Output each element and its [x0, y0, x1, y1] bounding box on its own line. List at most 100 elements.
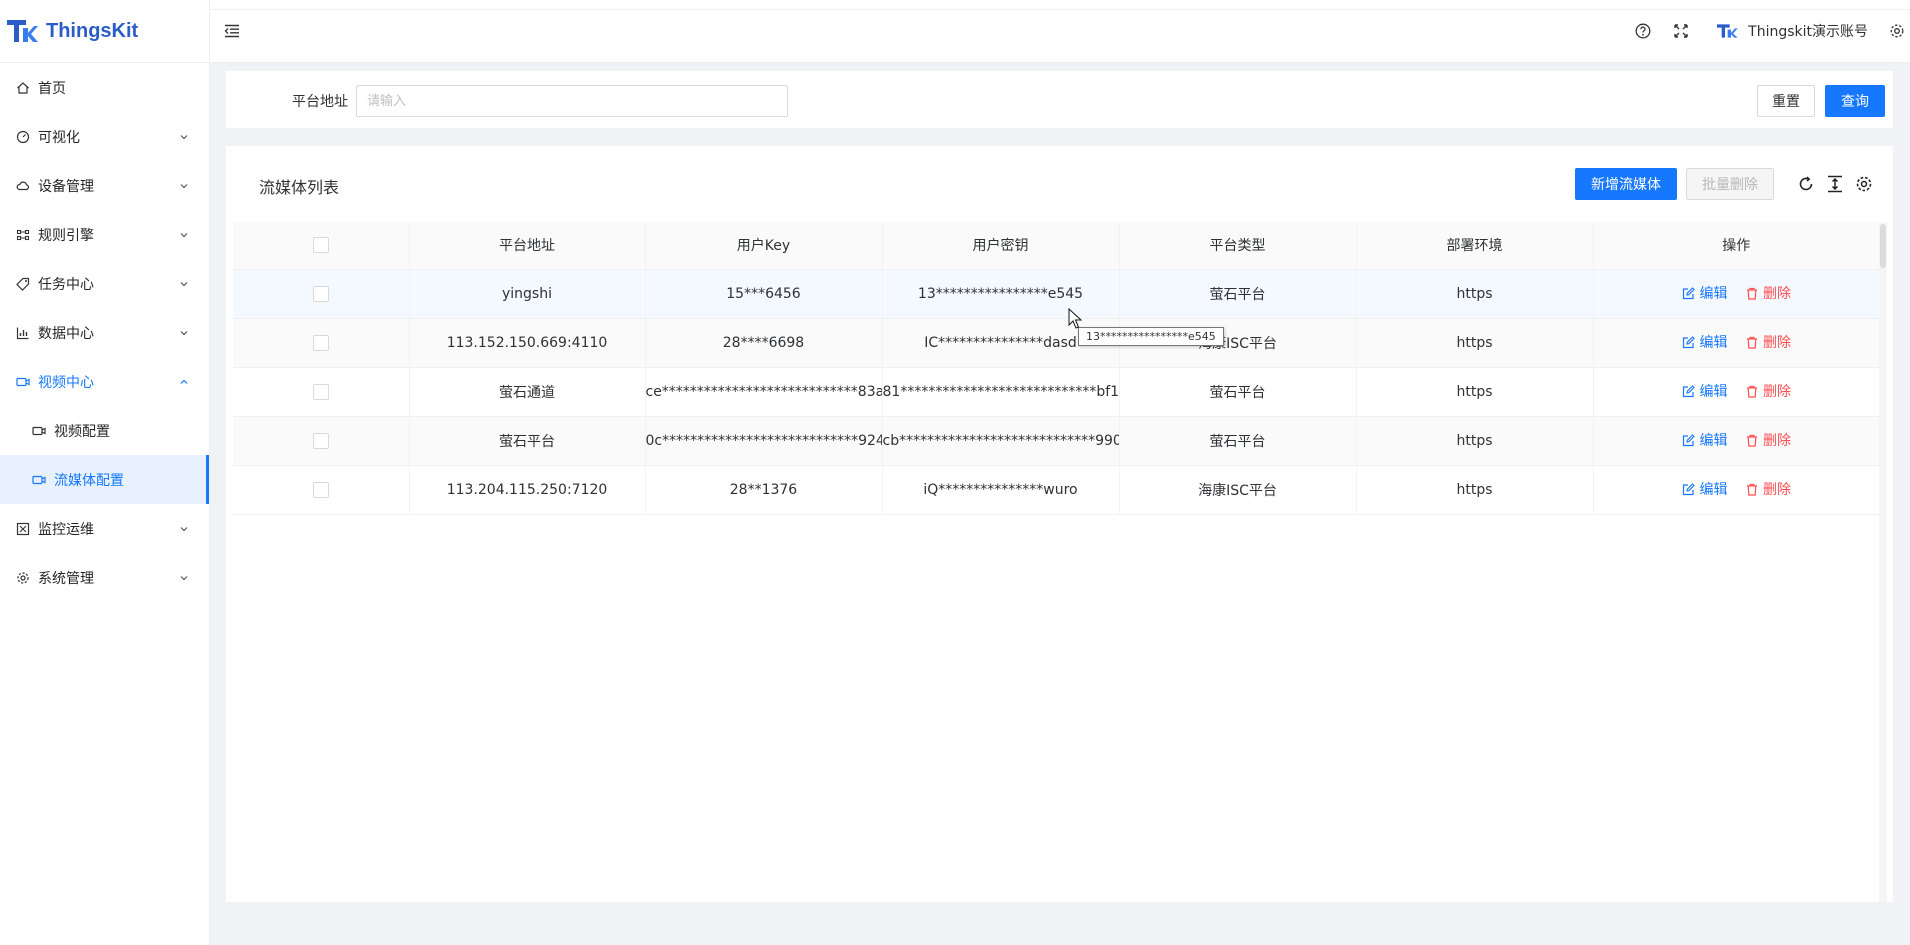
user-key-cell: 0c****************************924e — [645, 416, 883, 466]
delete-button[interactable]: 删除 — [1746, 479, 1791, 499]
edit-button[interactable]: 编辑 — [1682, 332, 1728, 352]
stream-list-card: 流媒体列表 新增流媒体 批量删除 平台地址 用户Key 用户密钥 平台类型 部署… — [226, 146, 1893, 902]
platform-address-cell: 113.152.150.669:4110 — [409, 318, 646, 368]
thingskit-logo-icon — [7, 20, 38, 42]
delete-label: 删除 — [1762, 433, 1791, 450]
account-menu[interactable]: Thingskit演示账号 — [1716, 21, 1868, 41]
table-row[interactable]: 113.204.115.250:7120 28**1376 iQ********… — [233, 465, 1879, 515]
rule-icon — [16, 228, 30, 242]
delete-button[interactable]: 删除 — [1746, 332, 1791, 352]
menu-item-device-management[interactable]: 设备管理 — [0, 161, 209, 210]
user-secret-cell: 13****************e545 — [882, 269, 1120, 319]
user-secret-cell: iQ***************wuro — [882, 465, 1120, 515]
help-icon[interactable] — [1634, 22, 1652, 40]
reset-button[interactable]: 重置 — [1757, 85, 1815, 117]
menu-fold-icon[interactable] — [222, 21, 242, 41]
menu-item-rule-engine[interactable]: 规则引擎 — [0, 210, 209, 259]
menu-item-system-management[interactable]: 系统管理 — [0, 553, 209, 602]
logo[interactable]: ThingsKit — [0, 0, 209, 63]
menu-item-visualization[interactable]: 可视化 — [0, 112, 209, 161]
fullscreen-icon[interactable] — [1672, 22, 1690, 40]
query-button[interactable]: 查询 — [1825, 85, 1885, 117]
add-stream-button[interactable]: 新增流媒体 — [1575, 168, 1677, 200]
table-row[interactable]: yingshi 15***6456 13****************e545… — [233, 269, 1879, 319]
monitor-icon — [16, 522, 30, 536]
cloud-icon — [16, 179, 30, 193]
delete-button[interactable]: 删除 — [1746, 430, 1791, 450]
platform-address-cell: 113.204.115.250:7120 — [409, 465, 646, 515]
edit-label: 编辑 — [1699, 335, 1728, 352]
column-header: 用户Key — [645, 222, 883, 270]
select-all-cell[interactable] — [233, 222, 410, 270]
trash-icon — [1746, 385, 1757, 398]
table-scrollbar[interactable] — [1879, 222, 1887, 902]
list-title: 流媒体列表 — [259, 178, 340, 197]
settings-gear-icon[interactable] — [1888, 22, 1906, 40]
edit-button[interactable]: 编辑 — [1682, 381, 1728, 401]
menu-item-task-center[interactable]: 任务中心 — [0, 259, 209, 308]
scroll-thumb[interactable] — [1880, 224, 1886, 268]
platform-type-cell: 海康ISC平台 — [1119, 465, 1357, 515]
delete-button[interactable]: 删除 — [1746, 381, 1791, 401]
tag-icon — [16, 277, 30, 291]
column-height-icon[interactable] — [1825, 174, 1845, 194]
actions-cell: 编辑 删除 — [1593, 318, 1879, 368]
actions-cell: 编辑 删除 — [1593, 416, 1879, 466]
avatar — [1717, 24, 1738, 38]
menu-item-data-center[interactable]: 数据中心 — [0, 308, 209, 357]
edit-icon — [1682, 384, 1695, 397]
menu-label: 设备管理 — [38, 178, 94, 195]
platform-address-input[interactable] — [356, 85, 788, 117]
menu-label: 监控运维 — [38, 521, 94, 538]
trash-icon — [1746, 287, 1757, 300]
table-settings-icon[interactable] — [1854, 174, 1874, 194]
user-key-cell: 28**1376 — [645, 465, 883, 515]
menu-item-stream-config[interactable]: 流媒体配置 — [0, 455, 209, 504]
search-panel: 平台地址 重置 查询 — [226, 71, 1893, 128]
menu-label: 可视化 — [38, 129, 80, 146]
select-all-checkbox[interactable] — [312, 237, 329, 254]
edit-button[interactable]: 编辑 — [1682, 283, 1728, 303]
logo-text: ThingsKit — [46, 19, 139, 42]
menu-item-home[interactable]: 首页 — [0, 63, 209, 112]
menu-item-video-center[interactable]: 视频中心 — [0, 357, 209, 406]
column-header: 平台地址 — [409, 222, 646, 270]
mouse-cursor-icon — [1068, 308, 1082, 329]
menu-item-monitoring[interactable]: 监控运维 — [0, 504, 209, 553]
row-checkbox[interactable] — [312, 432, 329, 449]
table-header-row: 平台地址 用户Key 用户密钥 平台类型 部署环境 操作 — [233, 222, 1879, 270]
refresh-icon[interactable] — [1796, 174, 1816, 194]
column-header: 用户密钥 — [882, 222, 1120, 270]
user-secret-cell: 81****************************bf14 — [882, 367, 1120, 417]
batch-delete-button[interactable]: 批量删除 — [1686, 168, 1774, 200]
menu-label: 视频中心 — [38, 374, 94, 391]
table-row[interactable]: 萤石通道 ce****************************83a2 … — [233, 367, 1879, 417]
video-icon — [16, 375, 30, 389]
row-checkbox[interactable] — [312, 334, 329, 351]
column-header: 操作 — [1593, 222, 1879, 270]
row-checkbox[interactable] — [312, 285, 329, 302]
column-header: 平台类型 — [1119, 222, 1357, 270]
table-row[interactable]: 萤石平台 0c****************************924e … — [233, 416, 1879, 466]
row-checkbox[interactable] — [312, 383, 329, 400]
top-header: Thingskit演示账号 — [210, 0, 1910, 63]
menu-item-video-config[interactable]: 视频配置 — [0, 406, 209, 455]
menu-label: 数据中心 — [38, 325, 94, 342]
home-icon — [16, 81, 30, 95]
actions-cell: 编辑 删除 — [1593, 367, 1879, 417]
delete-button[interactable]: 删除 — [1746, 283, 1791, 303]
platform-type-cell: 萤石平台 — [1119, 367, 1357, 417]
side-menu: 首页 可视化 设备管理 规则引擎 任务中心 数据中心 视频中心 视频配置 流媒体… — [0, 63, 209, 602]
cell-tooltip: 13****************e545 — [1078, 327, 1224, 346]
edit-icon — [1682, 433, 1695, 446]
edit-button[interactable]: 编辑 — [1682, 430, 1728, 450]
row-checkbox[interactable] — [312, 481, 329, 498]
table-row[interactable]: 113.152.150.669:4110 28****6698 IC******… — [233, 318, 1879, 368]
edit-label: 编辑 — [1699, 482, 1728, 499]
menu-label: 规则引擎 — [38, 227, 94, 244]
chevron-down-icon — [179, 328, 189, 338]
edit-label: 编辑 — [1699, 433, 1728, 450]
edit-button[interactable]: 编辑 — [1682, 479, 1728, 499]
edit-icon — [1682, 286, 1695, 299]
delete-label: 删除 — [1762, 482, 1791, 499]
